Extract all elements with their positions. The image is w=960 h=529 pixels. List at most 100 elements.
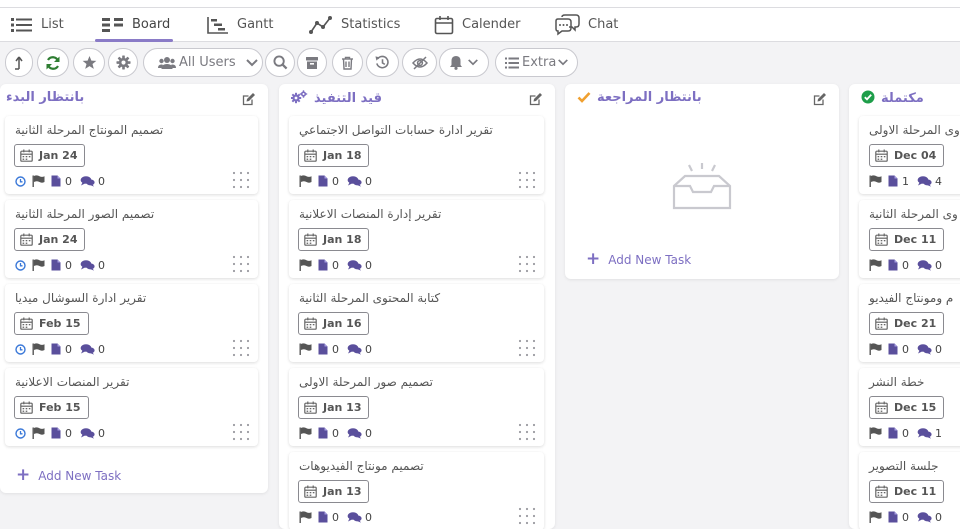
due-date-badge[interactable]: Dec 21 <box>869 312 945 335</box>
task-title: وى المرحلة الثانية <box>869 207 958 221</box>
due-date-badge[interactable]: Jan 18 <box>298 144 370 167</box>
tab-gantt[interactable]: Gantt <box>207 8 273 41</box>
collapse-button[interactable] <box>5 48 33 77</box>
add-new-task-button[interactable]: + Add New Task <box>586 251 691 268</box>
due-date-badge[interactable]: Dec 15 <box>869 396 945 419</box>
favorite-button[interactable] <box>73 48 105 77</box>
file-icon <box>318 427 328 439</box>
due-date-badge[interactable]: Dec 04 <box>869 144 945 167</box>
drag-handle[interactable] <box>518 339 536 361</box>
task-title: تقرير المنصات الاعلانية <box>15 375 130 389</box>
file-icon <box>51 427 61 439</box>
task-card[interactable]: تقرير ادارة السوشال ميديا Feb 15 0 0 <box>5 284 258 362</box>
tab-board-label: Board <box>132 17 171 32</box>
task-meta: 00 <box>15 426 113 440</box>
task-card[interactable]: تقرير ادارة حسابات التواصل الاجتماعي Jan … <box>289 116 544 194</box>
drag-handle[interactable] <box>518 423 536 445</box>
calendar-icon <box>304 401 317 414</box>
task-card[interactable]: تقرير إدارة المنصات الاعلانية Jan 18 0 0 <box>289 200 544 278</box>
archive-button[interactable] <box>297 48 327 77</box>
task-card[interactable]: تصميم صور المرحلة الاولى Jan 13 0 0 <box>289 368 544 446</box>
drag-handle[interactable] <box>518 255 536 277</box>
tab-gantt-label: Gantt <box>237 17 274 32</box>
due-date-badge[interactable]: Jan 13 <box>298 396 370 419</box>
task-card[interactable]: كتابة المحتوى المرحلة الثانية Jan 16 0 0 <box>289 284 544 362</box>
drag-handle-icon <box>518 339 536 357</box>
task-card[interactable]: تصميم الصور المرحلة الثانية Jan 24 0 0 <box>5 200 258 278</box>
task-card[interactable]: وى المرحلة الاولى Dec 04 1 4 <box>859 116 960 194</box>
drag-handle-icon <box>518 255 536 273</box>
comment-count: 4 <box>935 174 942 188</box>
task-card[interactable]: وى المرحلة الثانية Dec 11 0 0 <box>859 200 960 278</box>
search-button[interactable] <box>265 48 295 77</box>
edit-column-button[interactable] <box>813 91 827 110</box>
comments-icon <box>917 260 932 271</box>
column-header: بانتظار البدء <box>6 90 84 105</box>
flag-icon <box>869 343 882 355</box>
due-date: Dec 15 <box>894 401 937 414</box>
edit-column-button[interactable] <box>242 91 256 110</box>
task-card[interactable]: تصميم المونتاج المرحلة الثانية Jan 24 0 0 <box>5 116 258 194</box>
due-date-badge[interactable]: Jan 24 <box>14 228 86 251</box>
task-card[interactable]: جلسة التصوير Dec 11 0 0 <box>859 452 960 529</box>
comments-icon <box>347 428 362 439</box>
drag-handle[interactable] <box>232 339 250 361</box>
tab-calender[interactable]: Calender <box>434 8 521 41</box>
drag-handle[interactable] <box>518 507 536 529</box>
calendar-icon <box>304 233 317 246</box>
tab-board[interactable]: Board <box>102 8 170 41</box>
drag-handle[interactable] <box>232 423 250 445</box>
tab-calender-label: Calender <box>462 17 521 32</box>
hide-button[interactable] <box>402 48 437 77</box>
calendar-icon <box>20 401 33 414</box>
gear-icon <box>115 55 131 70</box>
drag-handle[interactable] <box>232 255 250 277</box>
task-meta: 00 <box>299 510 380 524</box>
task-title: تقرير إدارة المنصات الاعلانية <box>299 207 442 221</box>
due-date-badge[interactable]: Jan 13 <box>298 480 370 503</box>
drag-handle-icon <box>232 171 250 189</box>
trash-button[interactable] <box>332 48 363 77</box>
board-column: قيد التنفيذ تقرير ادارة حسابات التواصل ال… <box>279 84 555 529</box>
task-card[interactable]: خطة النشر Dec 15 0 1 <box>859 368 960 446</box>
refresh-button[interactable] <box>37 48 69 77</box>
add-new-task-button[interactable]: + Add New Task <box>16 467 121 484</box>
tab-chat[interactable]: Chat <box>554 8 618 41</box>
drag-handle[interactable] <box>518 171 536 193</box>
due-date-badge[interactable]: Jan 16 <box>298 312 370 335</box>
tab-list[interactable]: List <box>11 8 64 41</box>
edit-column-button[interactable] <box>529 91 543 110</box>
task-card[interactable]: تقرير المنصات الاعلانية Feb 15 0 0 <box>5 368 258 446</box>
extra-dropdown[interactable]: Extra <box>495 48 578 77</box>
file-icon <box>51 175 61 187</box>
tab-statistics[interactable]: Statistics <box>309 8 400 41</box>
due-date-badge[interactable]: Dec 11 <box>869 480 945 503</box>
history-button[interactable] <box>366 48 399 77</box>
due-date-badge[interactable]: Dec 11 <box>869 228 945 251</box>
search-icon <box>272 55 287 70</box>
drag-handle[interactable] <box>232 171 250 193</box>
settings-button[interactable] <box>108 48 138 77</box>
file-count: 0 <box>902 258 909 272</box>
file-icon <box>318 175 328 187</box>
due-date: Jan 24 <box>39 233 78 246</box>
users-filter-dropdown[interactable]: All Users <box>143 48 263 77</box>
history-icon <box>375 55 389 69</box>
due-date-badge[interactable]: Feb 15 <box>14 396 89 419</box>
chat-icon <box>555 13 580 35</box>
calendar-icon <box>875 317 888 330</box>
task-card[interactable]: م ومونتاج الفيديو Dec 21 0 0 <box>859 284 960 362</box>
due-date-badge[interactable]: Jan 18 <box>298 228 370 251</box>
list-icon <box>11 17 32 32</box>
due-date-badge[interactable]: Jan 24 <box>14 144 86 167</box>
task-card[interactable]: تصميم مونتاج الفيديوهات Jan 13 0 0 <box>289 452 544 529</box>
file-icon <box>318 511 328 523</box>
edit-icon <box>242 93 255 106</box>
due-date-badge[interactable]: Feb 15 <box>14 312 89 335</box>
notifications-dropdown[interactable] <box>439 48 489 77</box>
comments-icon <box>347 260 362 271</box>
top-strip <box>0 0 960 8</box>
flag-icon <box>299 427 312 439</box>
task-title: تصميم صور المرحلة الاولى <box>299 375 433 389</box>
task-title: تصميم مونتاج الفيديوهات <box>299 459 424 473</box>
